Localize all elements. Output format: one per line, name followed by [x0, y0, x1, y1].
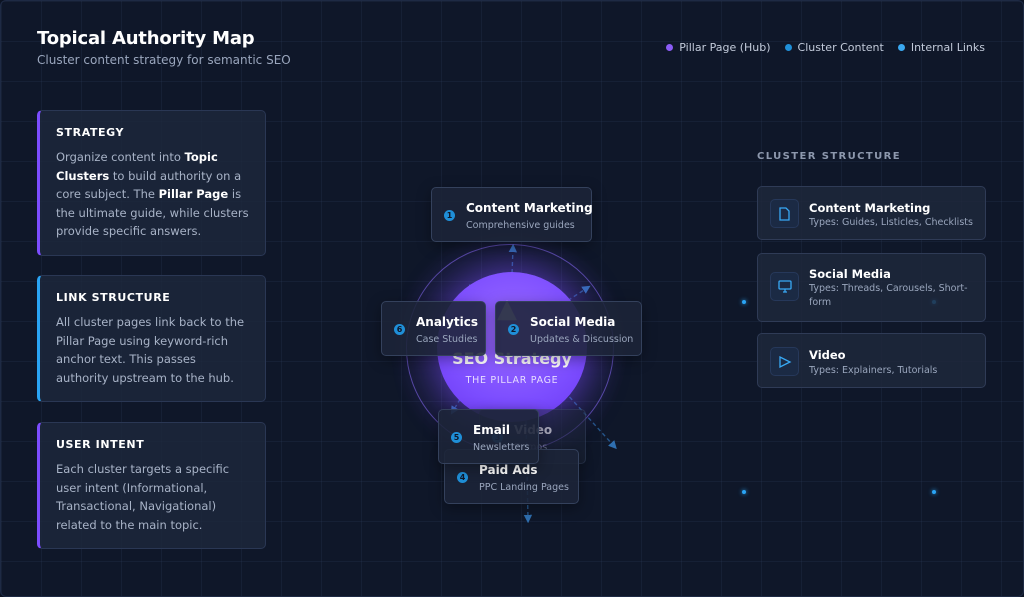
cluster-structure-heading: CLUSTER STRUCTURE: [757, 151, 901, 162]
node-number-badge: 1: [444, 210, 455, 221]
node-title: Social Media: [530, 315, 616, 329]
cluster-structure-title: Content Marketing: [809, 201, 931, 215]
node-number-badge: 2: [508, 324, 519, 335]
video-icon: [770, 347, 799, 376]
topical-authority-map: Topical Authority Map Cluster content st…: [0, 0, 1024, 597]
node-subtitle: Comprehensive guides: [466, 220, 575, 231]
node-subtitle: Updates & Discussion: [530, 334, 634, 345]
node-number-badge: 5: [451, 432, 462, 443]
cluster-structure-subtitle: Types: Explainers, Tutorials: [809, 365, 938, 376]
cluster-structure-subtitle: Types: Guides, Listicles, Checklists: [809, 217, 973, 228]
cluster-structure-title: Social Media: [809, 267, 891, 281]
cluster-structure-title: Video: [809, 348, 846, 362]
cluster-node-social-media[interactable]: 2 Social Media Updates & Discussion: [495, 301, 642, 356]
node-subtitle: Case Studies: [416, 334, 478, 345]
link-dot: [932, 490, 936, 494]
cluster-node-content-marketing[interactable]: 1 Content Marketing Comprehensive guides: [431, 187, 593, 242]
node-subtitle: Newsletters: [473, 442, 530, 453]
node-title: Paid Ads: [479, 463, 538, 477]
node-title: Analytics: [416, 315, 478, 329]
node-title: Email: [473, 423, 511, 437]
cluster-node-email[interactable]: 5 Email Newsletters: [438, 409, 539, 464]
node-number-badge: 6: [394, 324, 405, 335]
cluster-node-analytics[interactable]: 6 Analytics Case Studies: [381, 301, 486, 356]
cluster-structure-card-content-marketing[interactable]: Content Marketing Types: Guides, Listicl…: [757, 186, 986, 240]
monitor-icon: [770, 272, 799, 301]
node-number-badge: 4: [457, 472, 468, 483]
hub-subtitle: THE PILLAR PAGE: [465, 375, 559, 386]
cluster-structure-subtitle: Types: Threads, Carousels, Short-form: [809, 283, 968, 308]
cluster-structure-card-social-media[interactable]: Social Media Types: Threads, Carousels, …: [757, 253, 986, 322]
link-dot: [742, 490, 746, 494]
document-icon: [770, 199, 799, 228]
node-title: Content Marketing: [466, 201, 593, 215]
cluster-structure-card-video[interactable]: Video Types: Explainers, Tutorials: [757, 333, 986, 388]
link-dot: [742, 300, 746, 304]
node-subtitle: PPC Landing Pages: [479, 482, 569, 493]
